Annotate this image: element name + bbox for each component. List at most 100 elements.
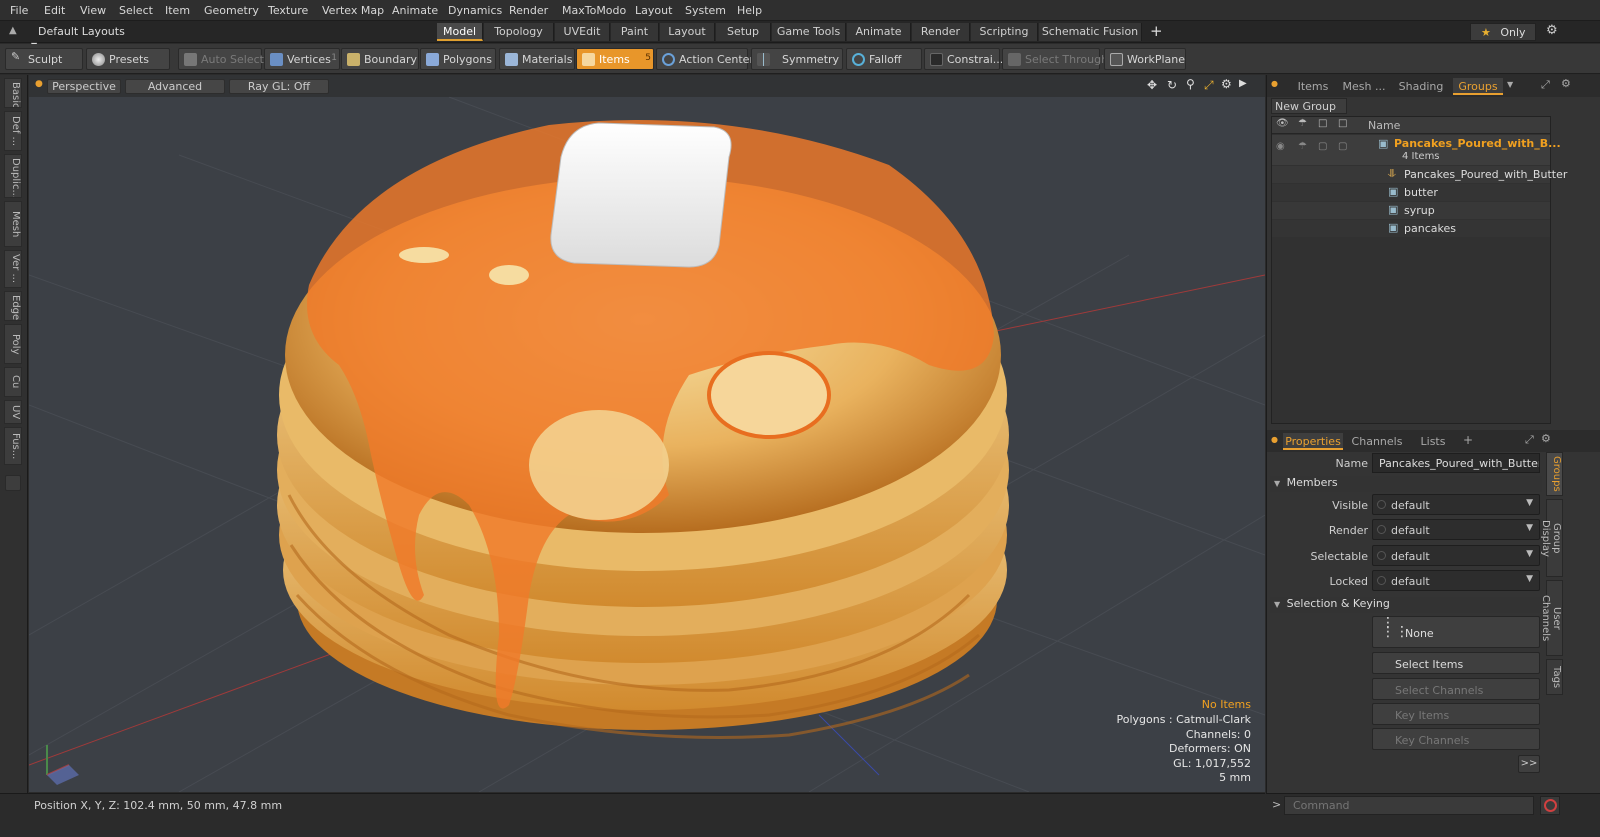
list-item[interactable]: ▣ pancakes [1272,220,1550,237]
collapse-icon[interactable]: ▲ [9,25,17,36]
tab-model[interactable]: Model [437,23,483,41]
menu-maxtomodo[interactable]: MaxToModo [562,4,626,17]
side-tab-tags[interactable]: Tags [1546,659,1563,695]
menu-item[interactable]: Item [165,4,190,17]
selectable-dropdown[interactable]: default ▼ [1372,545,1540,566]
tab-edge[interactable]: Edge [4,291,22,321]
name-field[interactable]: Pancakes_Poured_with_Butter (2 [1372,453,1540,473]
tab-game-tools[interactable]: Game Tools [772,23,846,41]
tab-layout[interactable]: Layout [660,23,715,41]
auto-select-button[interactable]: Auto Select [178,48,264,70]
side-tab-group-display[interactable]: Group Display [1540,499,1563,577]
members-header[interactable]: ▼ Members [1270,476,1542,492]
tab-topology[interactable]: Topology [484,23,554,41]
add-tab-icon[interactable]: + [1150,22,1163,40]
gear-icon[interactable]: ⚙ [1546,23,1558,38]
only-button[interactable]: ★ Only [1470,23,1536,41]
items-button[interactable]: Items 5 [576,48,654,70]
key-channels-button[interactable]: Key Channels [1372,728,1540,750]
menu-edit[interactable]: Edit [44,4,65,17]
tab-polygon[interactable]: Poly ... [4,324,22,364]
panel-settings-icon[interactable]: ⚙ [1541,432,1551,445]
select-icon[interactable]: □ [1338,118,1347,129]
render-dropdown[interactable]: default ▼ [1372,519,1540,540]
3d-viewport[interactable]: ● Perspective Advanced Ray GL: Off ✥ ↻ ⚲… [29,75,1265,792]
falloff-button[interactable]: Falloff [846,48,922,70]
add-tab-icon[interactable]: + [1463,433,1473,447]
zoom-view-icon[interactable]: ⚲ [1186,77,1195,91]
visibility-toggle-icon[interactable]: ◉ [1276,141,1285,152]
menu-select[interactable]: Select [119,4,153,17]
shading-advanced-button[interactable]: Advanced [125,79,225,94]
tab-channels[interactable]: Channels [1347,433,1407,450]
polygons-button[interactable]: Polygons [420,48,496,70]
menu-vertex-map[interactable]: Vertex Map [322,4,384,17]
layout-selector[interactable]: Default Layouts ▼ [28,23,128,50]
symmetry-button[interactable]: Symmetry [751,48,843,70]
tab-mesh[interactable]: Mesh ... [4,201,22,247]
lock-icon[interactable]: □ [1318,118,1327,129]
panel-settings-icon[interactable]: ⚙ [1561,77,1571,90]
tab-vertex[interactable]: Ver ... [4,250,22,288]
menu-dynamics[interactable]: Dynamics [448,4,502,17]
tab-shading[interactable]: Shading [1393,78,1449,95]
tab-uv[interactable]: UV [4,400,22,424]
command-input[interactable] [1284,796,1534,815]
maximize-panel-icon[interactable]: ⤢ [1525,433,1534,447]
move-view-icon[interactable]: ✥ [1147,78,1157,92]
tab-basic[interactable]: Basic [4,78,22,108]
expand-tools-button[interactable] [5,475,21,491]
viewport-menu-icon[interactable]: ▶ [1239,78,1247,89]
render-toggle-icon[interactable]: ☂ [1298,141,1307,152]
tab-schematic-fusion[interactable]: Schematic Fusion [1039,23,1142,41]
select-items-button[interactable]: Select Items [1372,652,1540,674]
tab-scripting[interactable]: Scripting [971,23,1038,41]
menu-system[interactable]: System [685,4,726,17]
menu-animate[interactable]: Animate [392,4,438,17]
key-items-button[interactable]: Key Items [1372,703,1540,725]
select-through-button[interactable]: Select Through [1002,48,1108,70]
tab-groups[interactable]: Groups [1453,78,1503,95]
tab-paint[interactable]: Paint [611,23,659,41]
new-group-button[interactable]: New Group [1271,98,1347,114]
side-tab-groups[interactable]: Groups [1546,452,1563,496]
eye-icon[interactable]: 👁 [1276,118,1289,129]
menu-layout[interactable]: Layout [635,4,672,17]
sculpt-button[interactable]: ✎ Sculpt [5,48,83,70]
tab-properties[interactable]: Properties [1283,433,1343,450]
tab-menu-icon[interactable]: ▼ [1507,80,1513,89]
view-perspective-button[interactable]: Perspective [47,79,121,94]
tab-lists[interactable]: Lists [1411,433,1455,450]
menu-texture[interactable]: Texture [268,4,308,17]
menu-geometry[interactable]: Geometry [204,4,259,17]
locked-dropdown[interactable]: default ▼ [1372,570,1540,591]
vertices-button[interactable]: Vertices 1 [264,48,340,70]
render-icon[interactable]: ☂ [1298,118,1307,129]
menu-file[interactable]: File [10,4,28,17]
viewport-settings-icon[interactable]: ⚙ [1221,77,1232,91]
rotate-view-icon[interactable]: ↻ [1167,78,1177,92]
none-button[interactable]: ⋮ ⋮⋮ None [1372,616,1540,648]
menu-view[interactable]: View [80,4,106,17]
side-tab-user-channels[interactable]: User Channels [1540,580,1563,656]
menu-render[interactable]: Render [509,4,548,17]
tab-deform[interactable]: Def ... [4,111,22,151]
tab-render[interactable]: Render [912,23,970,41]
select-channels-button[interactable]: Select Channels [1372,678,1540,700]
tab-mesh-ops[interactable]: Mesh ... [1341,78,1387,95]
workplane-button[interactable]: WorkPlane [1104,48,1186,70]
select-toggle-icon[interactable]: ▢ [1338,141,1347,152]
list-item[interactable]: ▣ syrup [1272,202,1550,219]
raygl-button[interactable]: Ray GL: Off [229,79,329,94]
list-item[interactable]: ⥥ Pancakes_Poured_with_Butter [1272,166,1567,183]
visible-dropdown[interactable]: default ▼ [1372,494,1540,515]
group-row[interactable]: ◉ ☂ ▢ ▢ ▣ Pancakes_Poured_with_B... 4 It… [1272,135,1561,165]
more-button[interactable]: >> [1518,755,1540,773]
tab-items[interactable]: Items [1291,78,1335,95]
maximize-panel-icon[interactable]: ⤢ [1541,78,1550,92]
lock-toggle-icon[interactable]: ▢ [1318,141,1327,152]
list-item[interactable]: ▣ butter [1272,184,1550,201]
tab-fusion[interactable]: Fus... [4,427,22,465]
tab-setup[interactable]: Setup [716,23,771,41]
record-button[interactable] [1540,796,1560,815]
